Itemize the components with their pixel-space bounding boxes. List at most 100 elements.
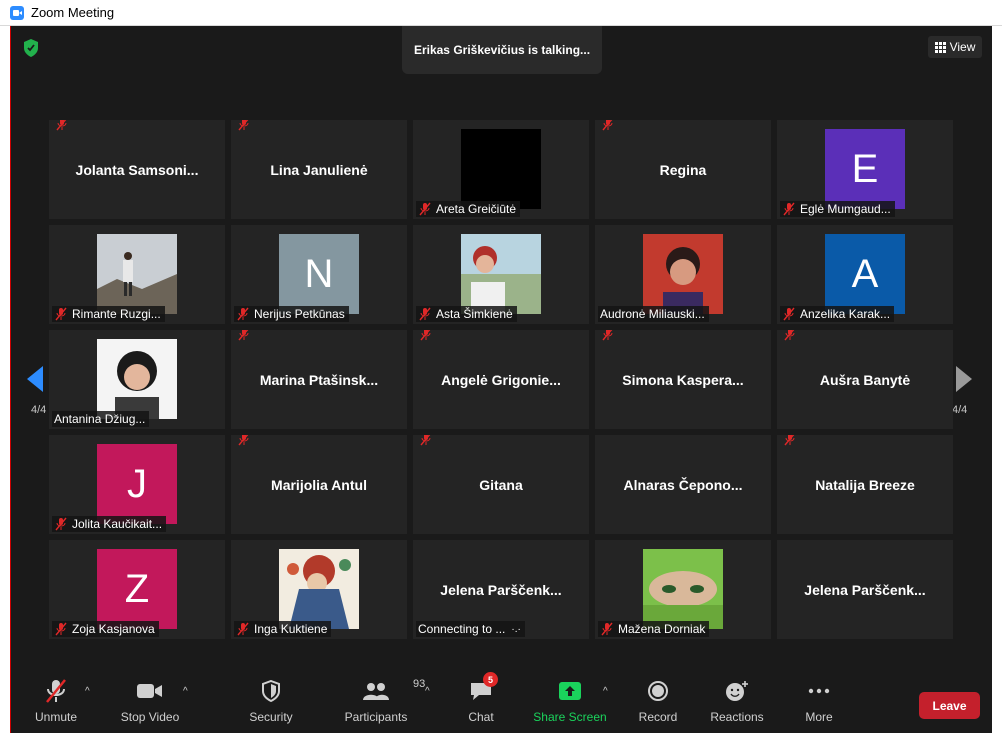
record-label: Record [638,710,678,724]
participant-tile[interactable]: Jelena Parščenk... [777,540,953,639]
participant-tile[interactable]: Jelena Parščenk... Connecting to ... ·.· [413,540,589,639]
mic-off-icon [784,435,795,446]
share-screen-label: Share Screen [533,710,607,724]
participant-tile[interactable]: Angelė Grigonie... [413,330,589,429]
zoom-app-icon [10,5,24,20]
mic-off-icon [602,120,613,131]
participant-label: Eglė Mumgaud... [780,201,895,217]
participant-tile[interactable]: E Eglė Mumgaud... [777,120,953,219]
participant-tile[interactable]: Gitana [413,435,589,534]
participants-count: 93 [413,678,426,690]
participant-label: Inga Kuktiene [234,621,332,637]
more-button[interactable]: More [801,674,837,733]
participant-avatar: Z [97,549,177,629]
participants-icon [363,683,389,700]
participant-tile[interactable]: Simona Kaspera... [595,330,771,429]
reactions-button[interactable]: Reactions [707,674,767,733]
participant-label: Anzelika Karak... [780,306,895,322]
mic-off-icon [55,622,67,636]
participant-tile[interactable]: Z Zoja Kasjanova [49,540,225,639]
window-right-edge [992,26,1002,733]
security-label: Security [249,710,293,724]
participant-video-black [461,129,541,209]
participant-tile[interactable]: N Nerijus Petkūnas [231,225,407,324]
participant-tile[interactable]: Inga Kuktiene [231,540,407,639]
participant-label-text: Anzelika Karak... [800,307,891,321]
window-title: Zoom Meeting [31,5,115,20]
participant-label: Antanina Džiug... [52,411,150,427]
participant-name: Lina Janulienė [270,161,368,178]
encryption-shield-icon[interactable] [23,39,39,57]
participant-tile[interactable]: Rimante Ruzgi... [49,225,225,324]
participant-label: Connecting to ... ·.· [416,621,525,637]
record-button[interactable]: Record [637,674,679,733]
mic-off-icon [238,435,249,446]
participant-tile[interactable]: Mažena Dorniak [595,540,771,639]
mic-off-icon [237,622,249,636]
video-options-caret-icon[interactable]: ^ [183,686,188,697]
participant-tile[interactable]: Marijolia Antul [231,435,407,534]
participant-avatar: A [825,234,905,314]
share-options-caret-icon[interactable]: ^ [603,686,608,697]
participant-tile[interactable]: Jolanta Samsoni... [49,120,225,219]
mic-off-icon [783,202,795,216]
mic-off-icon [419,307,431,321]
participants-button[interactable]: 93 Participants [341,674,426,733]
participant-label: Asta Šimkienė [416,306,517,322]
view-label: View [949,40,976,54]
previous-page-arrow-icon[interactable] [27,366,45,392]
participant-tile[interactable]: Lina Janulienė [231,120,407,219]
participant-avatar: J [97,444,177,524]
participant-tile[interactable]: Alnaras Čepono... [595,435,771,534]
mic-off-icon [56,120,67,131]
participant-label: Nerijus Petkūnas [234,306,349,322]
next-page-arrow-icon[interactable] [954,366,972,392]
participant-tile[interactable]: Regina [595,120,771,219]
stop-video-button[interactable]: Stop Video [117,674,183,733]
participants-label: Participants [344,710,408,724]
more-label: More [805,710,833,724]
participant-label: Areta Greičiūtė [416,201,521,217]
participant-tile[interactable]: Antanina Džiug... [49,330,225,429]
participant-photo [643,549,723,629]
participant-tile[interactable]: Areta Greičiūtė [413,120,589,219]
participant-label: Rimante Ruzgi... [52,306,165,322]
stop-video-label: Stop Video [120,710,180,724]
audio-options-caret-icon[interactable]: ^ [85,686,90,697]
meeting-toolbar: Unmute ^ Stop Video ^ Security 93 Partic… [11,672,993,733]
mic-off-icon [55,307,67,321]
participant-tile[interactable]: Audronė Miliauski... [595,225,771,324]
view-button[interactable]: View [928,36,982,58]
mic-off-icon [420,330,431,341]
participant-tile[interactable]: J Jolita Kaučikait... [49,435,225,534]
mic-off-icon [238,330,249,341]
participant-tile[interactable]: Natalija Breeze [777,435,953,534]
mic-off-icon [601,622,613,636]
unmute-button[interactable]: Unmute [33,674,79,733]
participant-name: Alnaras Čepono... [623,476,743,493]
participant-label-text: Nerijus Petkūnas [254,307,345,321]
participant-tile[interactable]: Aušra Banytė [777,330,953,429]
leave-button[interactable]: Leave [919,692,980,719]
mic-off-icon [238,120,249,131]
participant-photo [461,234,541,314]
participant-name: Aušra Banytė [819,371,911,388]
participant-label-text: Zoja Kasjanova [72,622,155,636]
share-screen-button[interactable]: Share Screen [533,674,607,733]
security-button[interactable]: Security [245,674,297,733]
participant-label: Jolita Kaučikait... [52,516,167,532]
participant-name: Marina Ptašinsk... [259,371,379,388]
participant-photo [97,339,177,419]
chat-button[interactable]: 5 Chat [461,672,501,733]
page-indicator-right: 4/4 [952,404,968,416]
participant-tile[interactable]: Asta Šimkienė [413,225,589,324]
share-screen-icon [559,682,581,700]
participant-name: Jelena Parščenk... [804,581,926,598]
participants-options-caret-icon[interactable]: ^ [425,686,430,697]
mic-off-icon [783,307,795,321]
participant-tile[interactable]: A Anzelika Karak... [777,225,953,324]
participant-tile[interactable]: Marina Ptašinsk... [231,330,407,429]
participant-name: Marijolia Antul [271,476,367,493]
page-indicator-left: 4/4 [31,404,47,416]
record-icon [648,681,668,701]
